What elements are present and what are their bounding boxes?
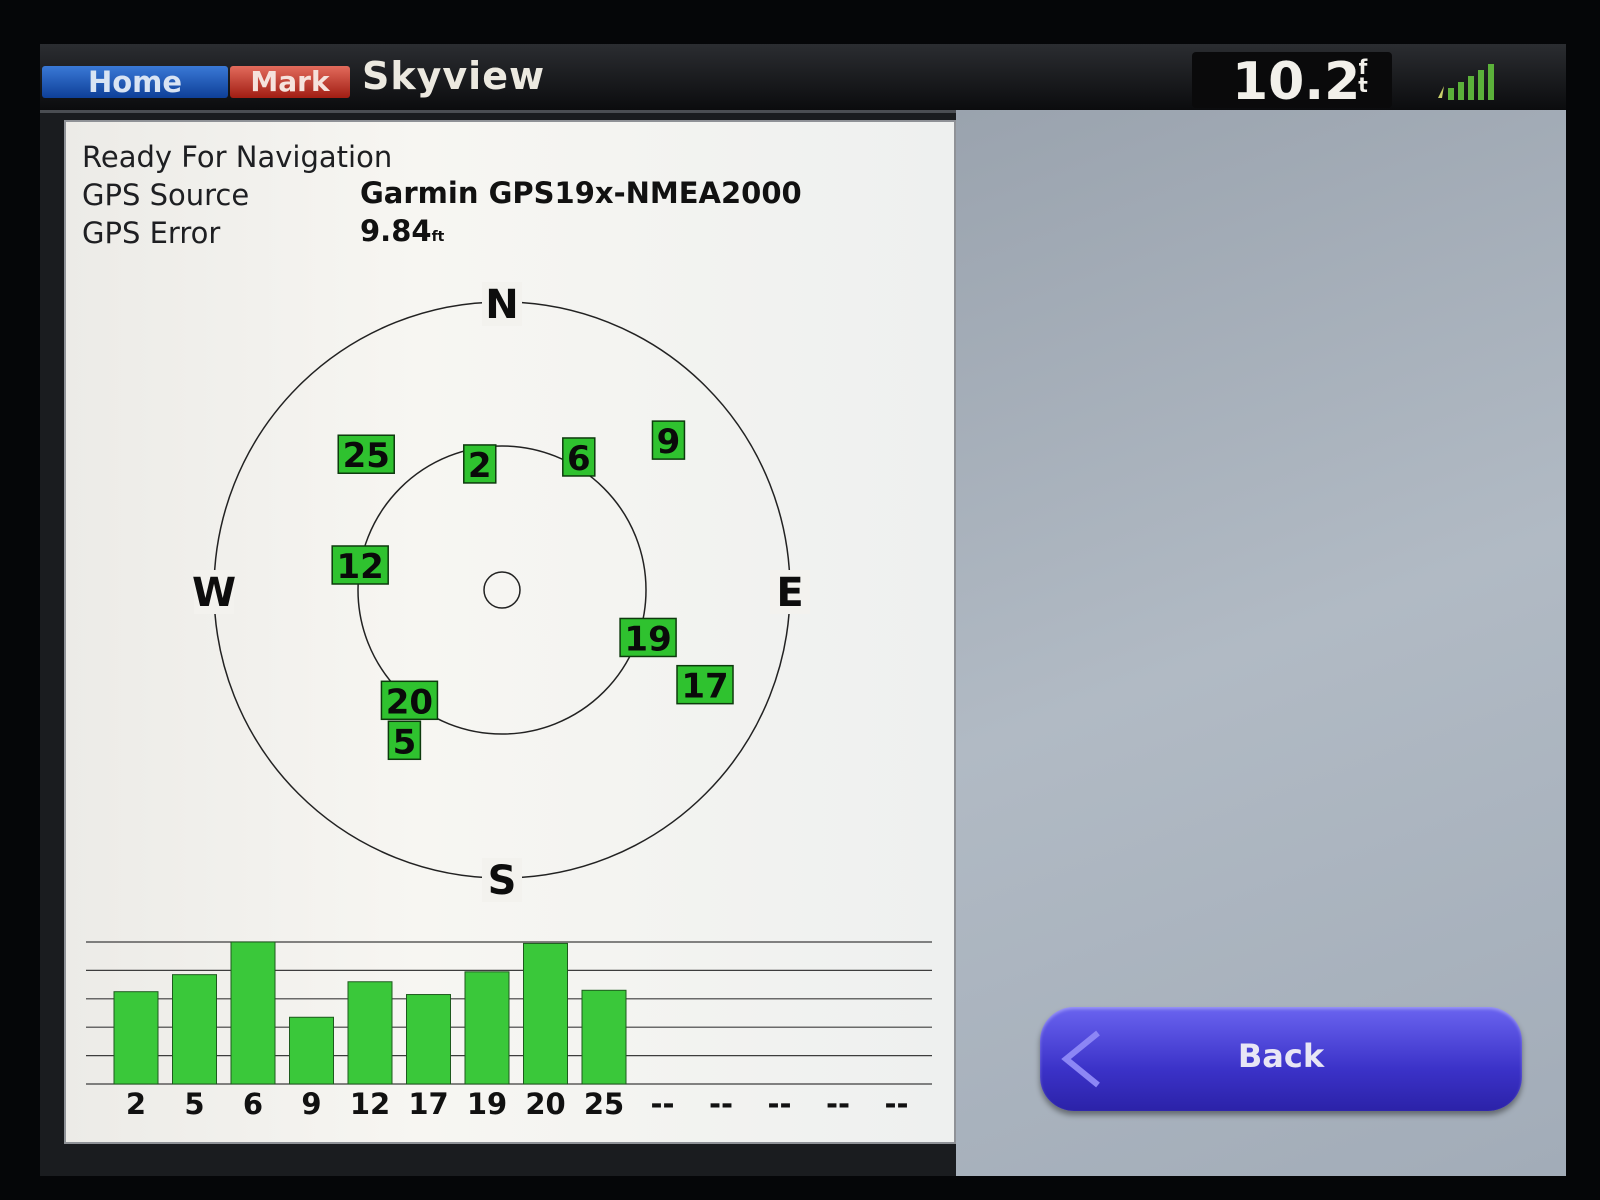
signal-bar-6 — [464, 971, 510, 1085]
compass-label-north: N — [485, 282, 518, 328]
signal-bar-label-1: 5 — [184, 1087, 204, 1121]
signal-bar-label-5: 17 — [408, 1087, 448, 1121]
satellite-label-20: 20 — [386, 682, 433, 722]
satellite-label-17: 17 — [681, 667, 728, 707]
home-button[interactable]: Home — [42, 66, 228, 98]
signal-bar-label-10: -- — [709, 1087, 733, 1121]
mark-button[interactable]: Mark — [230, 66, 350, 98]
satellite-label-19: 19 — [624, 619, 671, 659]
signal-bar-label-9: -- — [650, 1087, 674, 1121]
satellite-label-5: 5 — [393, 722, 417, 762]
signal-bar-0 — [113, 991, 159, 1085]
signal-bar-label-7: 20 — [525, 1087, 565, 1121]
chartplotter-screen: Home Mark Skyview 10.2 f t Ready For Nav… — [40, 44, 1566, 1176]
signal-bar-4 — [347, 981, 393, 1085]
satellite-label-6: 6 — [567, 439, 591, 479]
signal-bar-label-12: -- — [826, 1087, 850, 1121]
signal-bar-2 — [230, 941, 276, 1085]
signal-bar-label-4: 12 — [350, 1087, 390, 1121]
signal-bar-label-8: 25 — [584, 1087, 624, 1121]
signal-bar-label-13: -- — [884, 1087, 908, 1121]
compass-label-east: E — [776, 570, 803, 616]
signal-strength-icon — [1438, 64, 1494, 100]
satellite-label-12: 12 — [337, 547, 384, 587]
zenith-ring — [483, 571, 521, 609]
signal-bar-5 — [406, 994, 451, 1085]
sky-view-plot: NSEW25 2 6 91219172052 5 6 9 12 17 19 20 25 -- -- -- --… — [86, 282, 932, 1121]
signal-bar-label-6: 19 — [467, 1087, 507, 1121]
back-button-label: Back — [1237, 1037, 1325, 1075]
compass-label-west: W — [192, 570, 236, 616]
signal-bar-8 — [581, 989, 627, 1085]
compass-label-south: S — [488, 858, 517, 904]
depth-unit: f t — [1356, 57, 1370, 97]
horizon-ring — [213, 301, 791, 879]
signal-bar-label-0: 2 — [126, 1087, 146, 1121]
satellite-label-9: 9 — [657, 422, 681, 462]
satellite-label-25: 25 — [343, 436, 390, 476]
skyview-panel: Ready For Navigation GPS Source Garmin G… — [64, 120, 956, 1144]
depth-unit-bottom: t — [1358, 73, 1368, 97]
depth-value: 10.2 — [1232, 52, 1361, 112]
signal-bar-label-2: 6 — [243, 1087, 263, 1121]
signal-bar-7 — [523, 942, 568, 1085]
back-button[interactable]: Back — [1040, 1007, 1522, 1111]
page-title: Skyview — [362, 54, 546, 98]
satellite-label-2: 2 — [468, 446, 492, 486]
signal-bar-label-3: 9 — [301, 1087, 321, 1121]
signal-bar-label-11: -- — [767, 1087, 791, 1121]
signal-bar-3 — [289, 1016, 334, 1085]
signal-bar-1 — [172, 974, 217, 1085]
top-bar: Home Mark Skyview 10.2 f t — [40, 44, 1566, 113]
